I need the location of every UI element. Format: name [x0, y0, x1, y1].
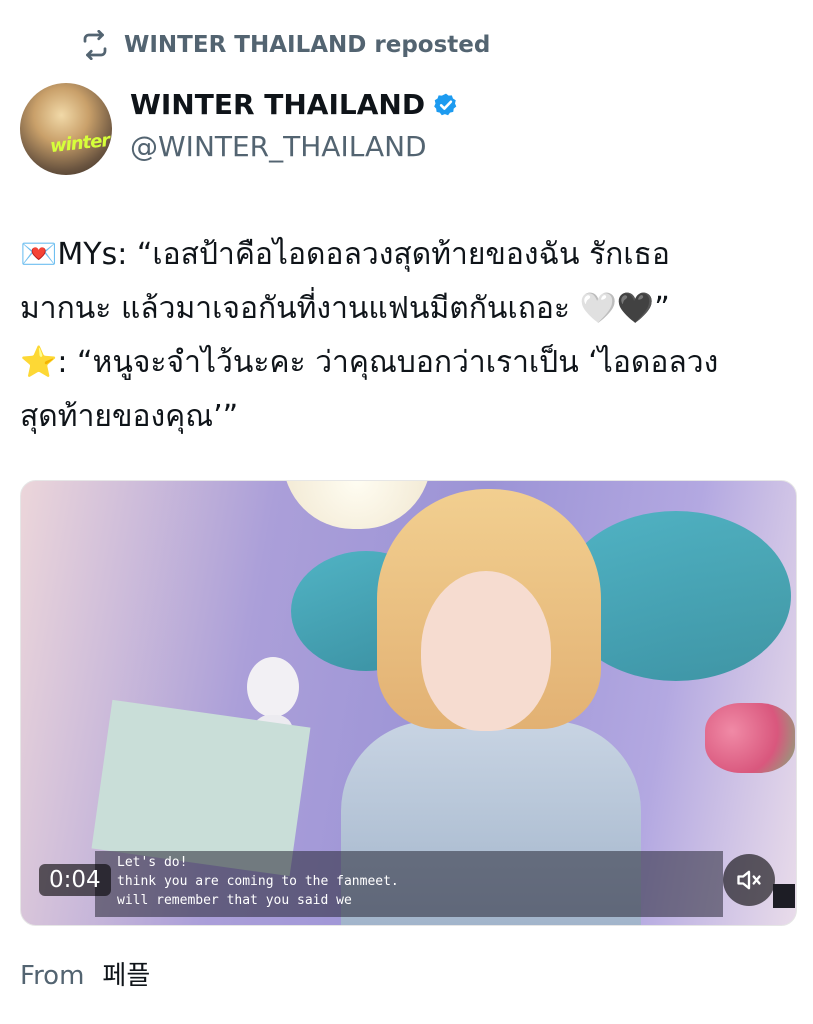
verified-badge-icon: [434, 93, 457, 115]
repost-indicator[interactable]: WINTER THAILAND reposted: [80, 30, 490, 60]
author-name[interactable]: WINTER THAILAND: [130, 88, 425, 121]
source-label: From: [20, 961, 85, 991]
author-name-row[interactable]: WINTER THAILAND: [130, 88, 459, 121]
avatar-text: winter: [49, 129, 111, 158]
repost-text: WINTER THAILAND reposted: [124, 32, 491, 58]
subtitle-line: think you are coming to the fanmeet.: [117, 874, 399, 889]
video-scene-flowers: [705, 703, 795, 773]
source-name[interactable]: 페플: [102, 955, 150, 992]
subtitle-line: Let's do!: [117, 855, 188, 870]
broadcast-logo: [773, 884, 795, 908]
video-time-badge: 0:04: [39, 864, 111, 896]
post-text: 💌MYs: “เอสป้าคือไอดอลวงสุดท้ายของฉัน รัก…: [20, 228, 800, 444]
avatar[interactable]: winter: [20, 83, 112, 175]
repost-icon: [83, 30, 107, 60]
video-subtitles: Let's do! think you are coming to the fa…: [117, 853, 399, 910]
post-line: 💌MYs: “เอสป้าคือไอดอลวงสุดท้ายของฉัน รัก…: [20, 237, 670, 272]
subtitle-line: will remember that you said we: [117, 893, 352, 908]
post-line: มากนะ แล้วมาเจอกันที่งานแฟนมีตกันเถอะ 🤍🖤…: [20, 291, 670, 326]
source-attribution[interactable]: From 페플: [20, 955, 150, 992]
author-handle[interactable]: @WINTER_THAILAND: [130, 130, 427, 163]
mute-button[interactable]: [723, 854, 775, 906]
video-player[interactable]: Let's do! think you are coming to the fa…: [20, 480, 797, 926]
post-line: สุดท้ายของคุณ’”: [20, 399, 239, 434]
video-scene-person-face: [421, 571, 551, 731]
video-scene-letter: [91, 699, 311, 877]
post-line: ⭐: “หนูจะจำไว้นะคะ ว่าคุณบอกว่าเราเป็น ‘…: [20, 345, 719, 380]
muted-speaker-icon: [737, 870, 761, 890]
